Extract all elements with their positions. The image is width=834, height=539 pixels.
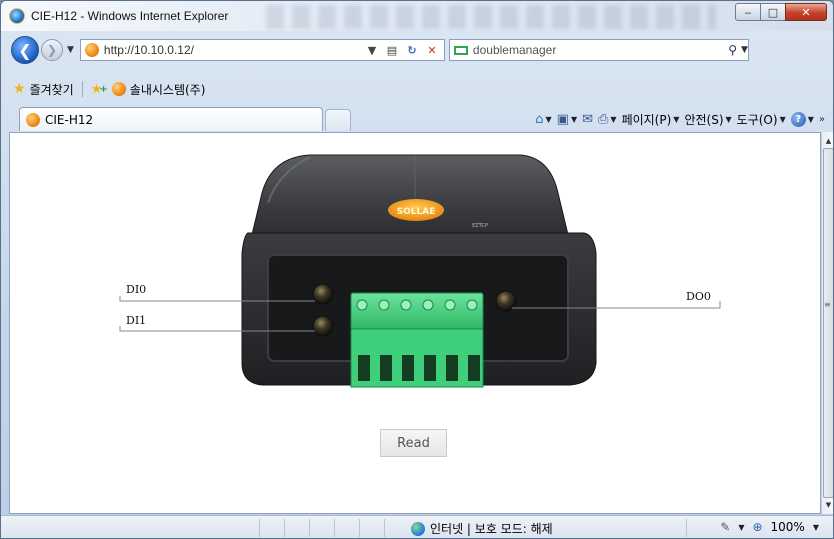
- window-title: CIE-H12 - Windows Internet Explorer: [31, 9, 229, 23]
- search-options-dropdown-icon[interactable]: ▼: [741, 45, 748, 55]
- status-divider: [334, 519, 335, 537]
- compatibility-view-icon[interactable]: ▤: [384, 44, 400, 57]
- favorites-separator: [81, 81, 83, 97]
- feeds-icon: ▣: [556, 111, 569, 127]
- popup-settings-dropdown-icon[interactable]: ▼: [738, 523, 744, 532]
- tab-cie-h12[interactable]: CIE-H12: [19, 107, 323, 131]
- add-favorite-plus-icon: +: [99, 83, 108, 95]
- di0-led: [312, 283, 334, 305]
- forward-button[interactable]: ❯: [41, 39, 63, 61]
- favorites-star-icon[interactable]: ★: [13, 81, 26, 97]
- more-commands-icon[interactable]: »: [819, 114, 825, 125]
- security-zone-label: 인터넷 | 보호 모드: 해제: [430, 522, 553, 536]
- feeds-button[interactable]: ▣ ▼: [557, 112, 577, 127]
- scroll-down-arrow-icon[interactable]: ▼: [822, 498, 833, 512]
- model-tag-text: EZTCP: [472, 223, 488, 229]
- scroll-thumb[interactable]: [823, 148, 833, 498]
- di0-label: DI0: [126, 283, 147, 296]
- status-divider: [686, 519, 687, 537]
- favorites-bar: ★ 즐겨찾기 ★ + 솔내시스템(주): [1, 77, 833, 101]
- search-icon[interactable]: ⚲: [728, 43, 737, 57]
- site-favicon-icon: [84, 43, 99, 57]
- status-divider: [284, 519, 285, 537]
- do0-label: DO0: [686, 290, 711, 303]
- mail-button[interactable]: ✉: [582, 112, 593, 127]
- maximize-button[interactable]: □: [760, 3, 786, 21]
- di1-led: [312, 315, 334, 337]
- vertical-scrollbar[interactable]: ▲ ≡ ▼: [821, 132, 833, 514]
- title-bar: CIE-H12 - Windows Internet Explorer ‒ □ …: [1, 1, 833, 31]
- blurred-background-text: [266, 5, 716, 29]
- favorite-site-link[interactable]: 솔내시스템(주): [130, 81, 206, 98]
- page-menu-label: 페이지(P): [621, 112, 672, 127]
- print-button[interactable]: ⎙ ▼: [598, 112, 617, 127]
- minimize-button[interactable]: ‒: [735, 3, 761, 21]
- address-input[interactable]: http://10.10.0.12/: [104, 43, 364, 57]
- status-divider: [359, 519, 360, 537]
- scroll-grip-icon: ≡: [824, 300, 831, 309]
- mail-icon: ✉: [582, 111, 593, 127]
- zoom-dropdown-icon[interactable]: ▼: [813, 523, 819, 532]
- terminal-block-body: [350, 328, 484, 388]
- new-tab-button[interactable]: [325, 109, 351, 131]
- read-button[interactable]: Read: [380, 429, 447, 457]
- window-controls: ‒ □ ✕: [735, 3, 827, 21]
- status-right: ✎ ▼ ⊕ 100% ▼: [720, 520, 819, 534]
- search-provider-label[interactable]: doublemanager: [473, 43, 722, 57]
- back-button[interactable]: ❮: [11, 36, 39, 64]
- address-dropdown-icon[interactable]: ▼: [364, 44, 380, 57]
- terminal-block-top: [350, 292, 484, 330]
- favorites-button[interactable]: 즐겨찾기: [30, 81, 74, 98]
- status-divider: [384, 519, 385, 537]
- tab-favicon-icon: [26, 112, 40, 127]
- printer-icon: ⎙: [598, 111, 609, 127]
- page-content: SOLLAE EZTCP DI0 DI1 DO0 Read: [9, 132, 821, 514]
- stop-icon[interactable]: ✕: [424, 44, 440, 57]
- status-divider: [259, 519, 260, 537]
- help-menu[interactable]: ? ▼: [790, 111, 814, 127]
- address-row: ❮ ❯ ▼ http://10.10.0.12/ ▼ ▤ ↻ ✕ doublem…: [1, 34, 833, 66]
- zoom-level[interactable]: 100%: [771, 520, 805, 534]
- refresh-icon[interactable]: ↻: [404, 44, 420, 57]
- search-provider-icon: [453, 45, 468, 55]
- tools-menu[interactable]: 도구(O) ▼: [737, 111, 786, 128]
- globe-icon: [411, 521, 425, 536]
- home-button[interactable]: ⌂ ▼: [535, 112, 551, 127]
- help-icon: ?: [790, 111, 806, 127]
- di1-label: DI1: [126, 314, 147, 327]
- security-zone[interactable]: 인터넷 | 보호 모드: 해제: [411, 520, 553, 537]
- brand-text: SOLLAE: [397, 207, 436, 217]
- status-divider: [309, 519, 310, 537]
- command-bar: ⌂ ▼ ▣ ▼ ✉ ⎙ ▼ 페이지(P) ▼ 안전(S) ▼ 도구(O) ▼ ? ▼ »: [535, 109, 825, 129]
- recent-pages-dropdown-icon[interactable]: ▼: [67, 45, 74, 55]
- search-bar[interactable]: doublemanager ⚲ ▼: [448, 39, 749, 61]
- device-top-shell: [249, 154, 571, 244]
- popup-settings-icon[interactable]: ✎: [720, 520, 730, 534]
- browser-window: CIE-H12 - Windows Internet Explorer ‒ □ …: [0, 0, 834, 539]
- close-button[interactable]: ✕: [785, 3, 827, 21]
- address-tools: ▼ ▤ ↻ ✕: [364, 44, 444, 57]
- home-icon: ⌂: [535, 111, 544, 127]
- safety-menu[interactable]: 안전(S) ▼: [684, 111, 731, 128]
- safety-menu-label: 안전(S): [684, 112, 724, 127]
- tab-row: CIE-H12 ⌂ ▼ ▣ ▼ ✉ ⎙ ▼ 페이지(P) ▼ 안전(S) ▼ 도구(O) ▼…: [1, 103, 833, 131]
- page-menu[interactable]: 페이지(P) ▼: [622, 111, 680, 128]
- scroll-up-arrow-icon[interactable]: ▲: [822, 134, 833, 148]
- favorite-site-icon: [111, 82, 126, 96]
- address-bar[interactable]: http://10.10.0.12/ ▼ ▤ ↻ ✕: [79, 39, 445, 61]
- zoom-icon[interactable]: ⊕: [752, 520, 762, 534]
- status-bar: 인터넷 | 보호 모드: 해제 ✎ ▼ ⊕ 100% ▼: [1, 515, 833, 538]
- ie-logo-icon: [9, 8, 25, 24]
- tools-menu-label: 도구(O): [736, 112, 778, 127]
- tab-label: CIE-H12: [45, 112, 94, 127]
